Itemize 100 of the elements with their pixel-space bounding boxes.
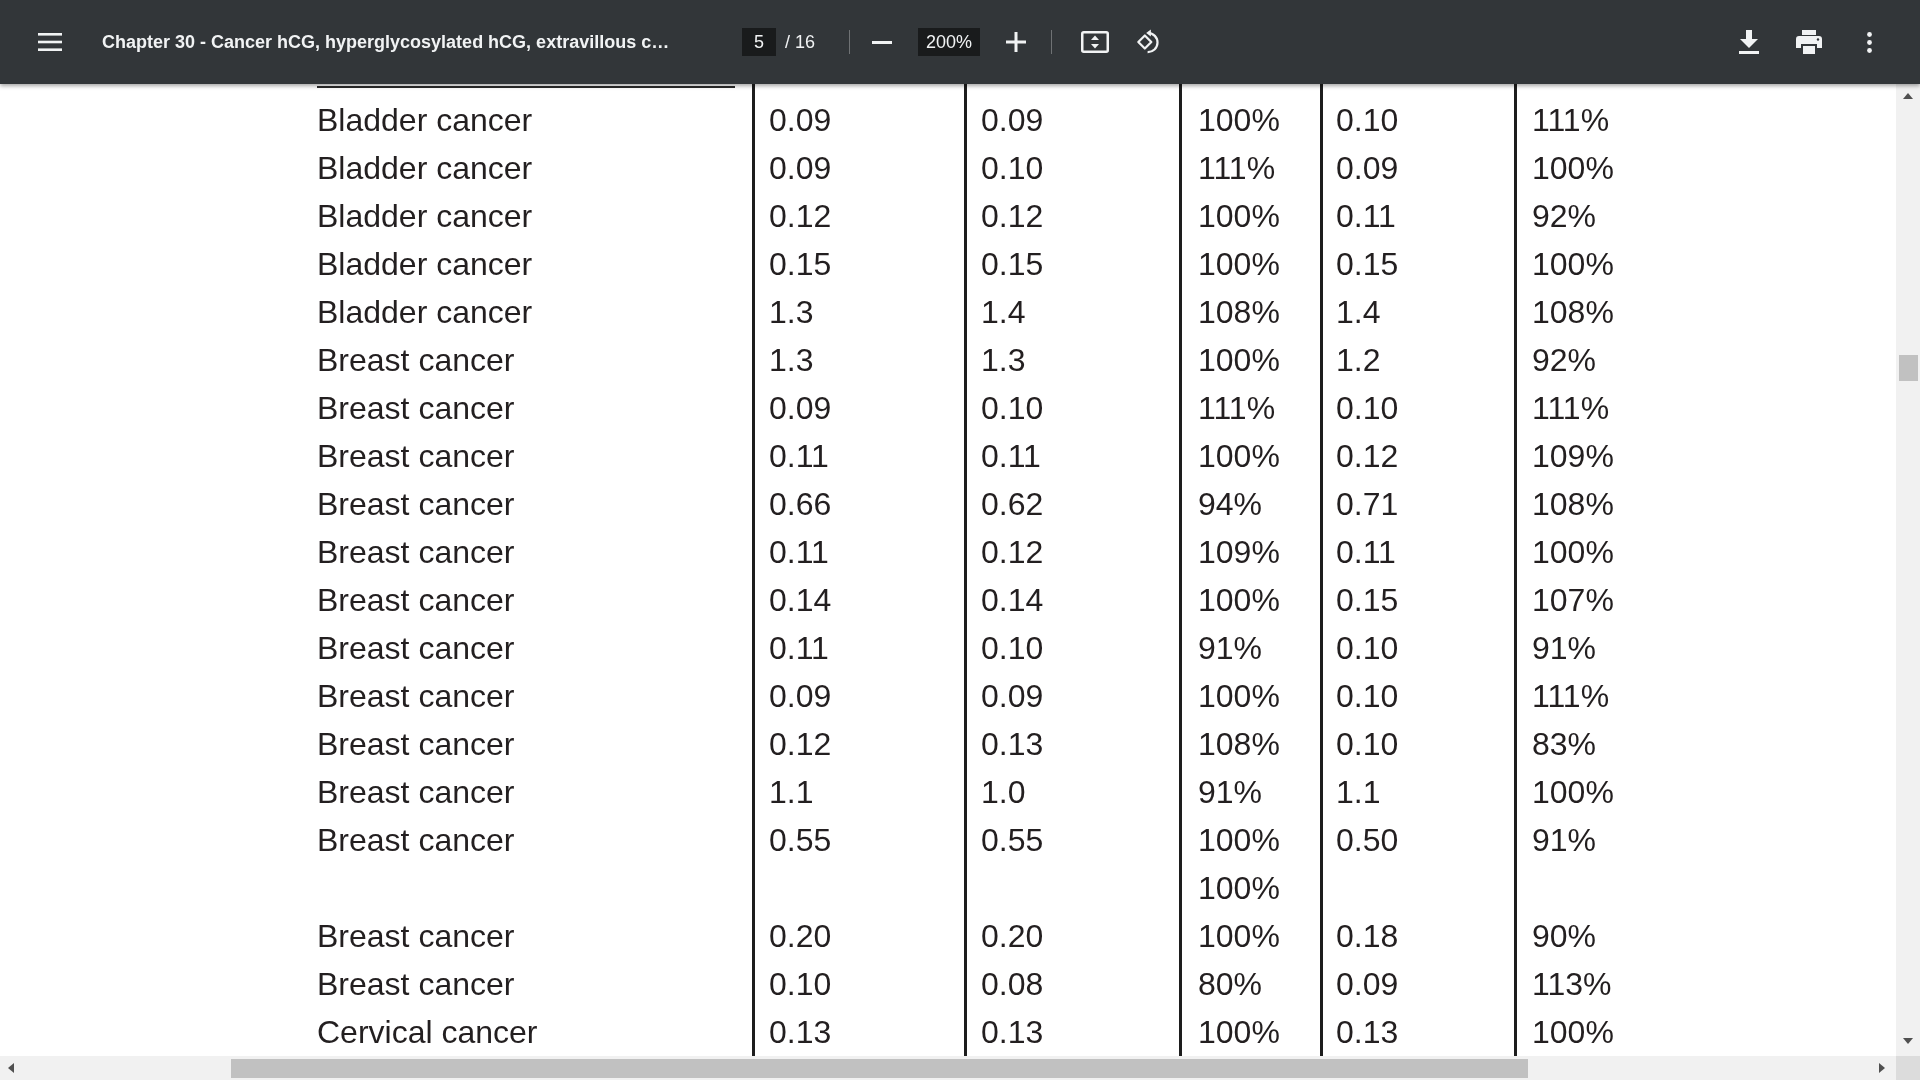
- table-cell-text: Bladder cancer: [317, 293, 533, 332]
- table-cell-text: 0.14: [769, 581, 832, 620]
- table-cell-text: 0.18: [1336, 917, 1399, 956]
- table-cell-text: 80%: [1198, 965, 1263, 1004]
- table-cell-text: 1.4: [981, 293, 1026, 332]
- table-cell-text: 0.11: [769, 533, 829, 572]
- page-number-field[interactable]: 5: [742, 28, 776, 56]
- table-cell-text: 111%: [1532, 389, 1610, 428]
- table-cell-text: 0.55: [769, 821, 832, 860]
- table-cell-text: Breast cancer: [317, 677, 515, 716]
- table-cell-text: 100%: [1198, 101, 1280, 140]
- table-cell-text: 0.15: [769, 245, 832, 284]
- table-cell-text: Breast cancer: [317, 629, 515, 668]
- minus-icon: [872, 40, 893, 44]
- print-icon: [1796, 30, 1822, 54]
- table-cell-text: 0.11: [1336, 533, 1396, 572]
- menu-icon: [38, 33, 62, 51]
- table-cell-text: 100%: [1532, 773, 1614, 812]
- table-cell-text: Breast cancer: [317, 437, 515, 476]
- table-cell-text: 0.13: [769, 1013, 832, 1052]
- table-cell-text: 0.13: [981, 1013, 1044, 1052]
- table-cell-text: 0.08: [981, 965, 1044, 1004]
- table-cell-text: 100%: [1532, 533, 1614, 572]
- table-cell-text: 83%: [1532, 725, 1597, 764]
- scroll-right-icon[interactable]: [1879, 1063, 1885, 1073]
- horizontal-scrollbar[interactable]: [0, 1056, 1896, 1080]
- table-cell-text: 0.12: [769, 197, 832, 236]
- table-cell-text: 0.10: [1336, 677, 1399, 716]
- table-cell-text: 0.10: [981, 389, 1044, 428]
- table-cell-text: 1.0: [981, 773, 1026, 812]
- table-cell-text: 113%: [1532, 965, 1612, 1004]
- table-cell-text: 0.20: [981, 917, 1044, 956]
- table-cell-text: 0.10: [981, 149, 1044, 188]
- table-cell-text: Breast cancer: [317, 821, 515, 860]
- table-cell-text: 100%: [1532, 1013, 1614, 1052]
- table-cell-text: 91%: [1198, 629, 1263, 668]
- table-cell-text: Bladder cancer: [317, 197, 533, 236]
- table-cell-text: 107%: [1532, 581, 1614, 620]
- table-cell-text: 100%: [1198, 437, 1280, 476]
- table-cell-text: 0.15: [1336, 245, 1399, 284]
- table-cell-text: 1.4: [1336, 293, 1381, 332]
- table-cell-text: 0.12: [769, 725, 832, 764]
- table-cell-text: 0.15: [981, 245, 1044, 284]
- table-cell-text: 100%: [1198, 869, 1280, 908]
- table-cell-text: 0.55: [981, 821, 1044, 860]
- table-cell-text: Breast cancer: [317, 917, 515, 956]
- scrollbar-thumb[interactable]: [1898, 355, 1918, 381]
- plus-icon: [1006, 32, 1027, 52]
- table-cell-text: Bladder cancer: [317, 245, 533, 284]
- vertical-scrollbar[interactable]: [1896, 84, 1920, 1056]
- table-cell-text: Breast cancer: [317, 533, 515, 572]
- table-cell-text: 109%: [1198, 533, 1280, 572]
- table-cell-text: 0.09: [769, 389, 832, 428]
- scroll-up-icon[interactable]: [1903, 93, 1913, 99]
- table-cell-text: 100%: [1198, 197, 1280, 236]
- table-cell-text: 0.09: [1336, 149, 1399, 188]
- table-cell-text: 0.12: [981, 197, 1044, 236]
- table-cell-text: 111%: [1532, 101, 1610, 140]
- zoom-field[interactable]: 200%: [918, 28, 981, 56]
- table-cell-text: 0.09: [769, 677, 832, 716]
- table-cell-text: 108%: [1198, 725, 1280, 764]
- table-cell-text: 0.50: [1336, 821, 1399, 860]
- table-cell-text: 0.13: [1336, 1013, 1399, 1052]
- table-cell-text: 108%: [1532, 485, 1614, 524]
- scrollbar-corner: [1896, 1056, 1920, 1080]
- table-cell-text: 100%: [1198, 341, 1280, 380]
- scrollbar-thumb[interactable]: [231, 1058, 1528, 1078]
- table-cell-text: 100%: [1198, 821, 1280, 860]
- table-cell-text: Breast cancer: [317, 341, 515, 380]
- table-cell-text: Breast cancer: [317, 389, 515, 428]
- scroll-left-icon[interactable]: [8, 1063, 14, 1073]
- table-cell-text: 108%: [1532, 293, 1614, 332]
- table-cell-text: 100%: [1198, 245, 1280, 284]
- table-cell-text: 0.09: [1336, 965, 1399, 1004]
- table-cell-text: 0.15: [1336, 581, 1399, 620]
- table-cell-text: 0.12: [981, 533, 1044, 572]
- table-cell-text: 94%: [1198, 485, 1263, 524]
- table-cell-text: 100%: [1198, 581, 1280, 620]
- table-cell-text: 1.3: [769, 293, 814, 332]
- table-cell-text: 0.11: [981, 437, 1041, 476]
- document-title: Chapter 30 - Cancer hCG, hyperglycosylated hCG, extravillous c…: [102, 31, 670, 53]
- table-cell-text: 0.09: [981, 101, 1044, 140]
- table-cell-text: 0.10: [1336, 725, 1399, 764]
- table-cell-text: 100%: [1198, 677, 1280, 716]
- table-cell-text: Breast cancer: [317, 773, 515, 812]
- table-cell-text: Breast cancer: [317, 485, 515, 524]
- fit-page-icon: [1081, 31, 1110, 53]
- table-cell-text: 109%: [1532, 437, 1614, 476]
- table-cell-text: Cervical cancer: [317, 1013, 538, 1052]
- table-cell-text: 100%: [1532, 245, 1614, 284]
- table-cell-text: 91%: [1532, 821, 1597, 860]
- table-cell-text: Breast cancer: [317, 965, 515, 1004]
- table-cell-text: 111%: [1198, 389, 1276, 428]
- scroll-down-icon[interactable]: [1903, 1038, 1913, 1044]
- table-cell-text: 0.10: [981, 629, 1044, 668]
- table-cell-text: 0.20: [769, 917, 832, 956]
- table-cell-text: 100%: [1532, 149, 1614, 188]
- table-cell-text: 0.13: [981, 725, 1044, 764]
- table-cell-text: 111%: [1198, 149, 1276, 188]
- page-count: / 16: [785, 31, 816, 53]
